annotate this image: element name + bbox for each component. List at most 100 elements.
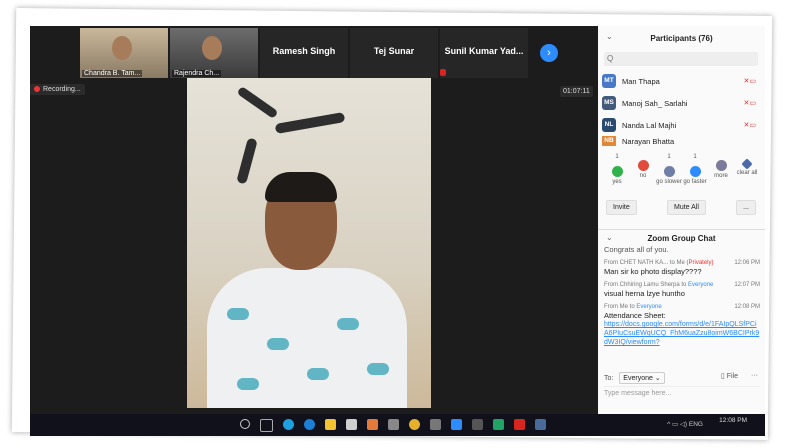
avatar: MS bbox=[602, 96, 616, 110]
edge-icon[interactable] bbox=[304, 419, 315, 430]
system-tray[interactable]: ^ ▭ ◁) ENG bbox=[667, 420, 703, 428]
ceiling-fan bbox=[236, 85, 279, 120]
mute-all-button[interactable]: Mute All bbox=[666, 200, 706, 215]
thumbnail-strip: Chandra B. Tam... Rajendra Ch... Ramesh … bbox=[80, 28, 528, 78]
chat-recipient: to Me bbox=[669, 260, 685, 266]
chat-message-meta: From CHET NATH KA... to Me (Privately) 1… bbox=[604, 260, 760, 266]
chrome-icon[interactable] bbox=[409, 419, 420, 430]
recording-indicator[interactable]: Recording... bbox=[30, 84, 85, 95]
reaction-label: clear all bbox=[736, 170, 758, 176]
file-button[interactable]: ▯ File bbox=[721, 372, 738, 380]
chat-sender: From CHET NATH KA... bbox=[604, 260, 669, 266]
app-icon[interactable] bbox=[535, 419, 546, 430]
reaction-label: go faster bbox=[683, 179, 707, 185]
participant-row[interactable]: NL Nanda Lal Majhi ✕▭ bbox=[602, 114, 762, 136]
shirt-pattern bbox=[337, 318, 359, 330]
chat-title: Zoom Group Chat bbox=[598, 229, 765, 243]
reaction-count: 1 bbox=[693, 154, 697, 160]
acrobat-icon[interactable] bbox=[514, 419, 525, 430]
slower-icon bbox=[663, 166, 675, 177]
reaction-label: no bbox=[639, 173, 647, 179]
to-label: To: bbox=[604, 375, 614, 382]
chat-sender: From Chhiring Lamu Sherpa to bbox=[604, 282, 687, 288]
participant-row[interactable]: MS Manoj Sah_ Sarlahi ✕▭ bbox=[602, 92, 762, 114]
chat-messages: Congrats all of you. From CHET NATH KA..… bbox=[604, 244, 760, 347]
excel-icon[interactable] bbox=[493, 419, 504, 430]
reaction-count: 1 bbox=[667, 154, 671, 160]
participant-name: Manoj Sah_ Sarlahi bbox=[622, 98, 688, 108]
chat-composer: To: Everyone ⌄ ▯ File ··· Type message h… bbox=[604, 372, 760, 397]
chat-input[interactable]: Type message here... bbox=[604, 386, 760, 397]
x-icon bbox=[637, 160, 649, 171]
reaction-go-slower[interactable]: 1 go slower bbox=[656, 154, 682, 185]
thumbnail-video-1[interactable]: Chandra B. Tam... bbox=[80, 28, 168, 78]
thumbnail-name: Sunil Kumar Yad... bbox=[444, 46, 524, 56]
search-icon[interactable] bbox=[240, 419, 250, 429]
participant-name: Narayan Bhatta bbox=[622, 136, 675, 146]
more-icon bbox=[715, 160, 727, 171]
zoom-icon[interactable] bbox=[451, 419, 462, 430]
settings-icon[interactable] bbox=[430, 419, 441, 430]
reaction-yes[interactable]: 1 yes bbox=[604, 154, 630, 185]
folder-icon[interactable] bbox=[325, 419, 336, 430]
reaction-more[interactable]: more bbox=[708, 154, 734, 185]
speaker-hair bbox=[265, 172, 337, 202]
chat-recipient: Everyone bbox=[636, 304, 662, 310]
reaction-label: go slower bbox=[656, 179, 682, 185]
reaction-clear-all[interactable]: clear all bbox=[734, 154, 760, 185]
clear-icon bbox=[741, 158, 753, 170]
app-icon[interactable] bbox=[472, 419, 483, 430]
windows-taskbar: ^ ▭ ◁) ENG 12:08 PM bbox=[30, 414, 765, 436]
reaction-label: more bbox=[714, 173, 728, 179]
meeting-timer: 01:07:11 bbox=[560, 86, 593, 97]
participant-actions: Invite Mute All ... bbox=[606, 200, 756, 215]
paint-icon[interactable] bbox=[367, 419, 378, 430]
thumbnail-name-3[interactable]: Sunil Kumar Yad... bbox=[440, 28, 528, 78]
more-button[interactable]: ... bbox=[736, 200, 756, 215]
shirt-pattern bbox=[237, 378, 259, 390]
participant-search-input[interactable]: Q bbox=[604, 52, 758, 66]
private-tag: (Privately) bbox=[686, 260, 714, 266]
muted-mic-icon: ✕▭ bbox=[743, 122, 756, 129]
invite-button[interactable]: Invite bbox=[606, 200, 637, 215]
shirt-pattern bbox=[307, 368, 329, 380]
thumbnail-name: Ramesh Singh bbox=[272, 46, 336, 56]
chat-sender: From Me to bbox=[604, 304, 635, 310]
reaction-go-faster[interactable]: 1 go faster bbox=[682, 154, 708, 185]
thumbnail-name-1[interactable]: Ramesh Singh bbox=[260, 28, 348, 78]
more-icon[interactable]: ··· bbox=[751, 372, 758, 379]
participant-row[interactable]: NB Narayan Bhatta bbox=[602, 136, 762, 146]
participant-face bbox=[202, 36, 222, 60]
thumbnail-name-2[interactable]: Tej Sunar bbox=[350, 28, 438, 78]
shirt-pattern bbox=[367, 363, 389, 375]
chat-message-text: Attendance Sheet: bbox=[604, 311, 666, 320]
muted-mic-icon: ✕▭ bbox=[743, 78, 756, 85]
reaction-no[interactable]: no bbox=[630, 154, 656, 185]
avatar: NL bbox=[602, 118, 616, 132]
thumbnail-video-2[interactable]: Rajendra Ch... bbox=[170, 28, 258, 78]
next-page-button[interactable]: › bbox=[540, 44, 558, 62]
shirt-pattern bbox=[267, 338, 289, 350]
participant-name: Man Thapa bbox=[622, 76, 660, 86]
taskbar-clock[interactable]: 12:08 PM bbox=[719, 417, 747, 425]
chat-link[interactable]: https://docs.google.com/forms/d/e/1FAIpQ… bbox=[604, 320, 760, 347]
chat-time: 12:08 PM bbox=[734, 304, 760, 310]
chat-message-text: visual herna lzye huntho bbox=[604, 289, 685, 298]
skype-icon[interactable] bbox=[283, 419, 294, 430]
task-view-icon[interactable] bbox=[260, 419, 273, 432]
chat-message-meta: From Chhiring Lamu Sherpa to Everyone 12… bbox=[604, 282, 760, 288]
muted-mic-icon: ✕▭ bbox=[743, 100, 756, 107]
shirt-pattern bbox=[227, 308, 249, 320]
chat-time: 12:06 PM bbox=[734, 260, 760, 266]
store-icon[interactable] bbox=[346, 419, 357, 430]
participant-row[interactable]: MT Man Thapa ✕▭ bbox=[602, 70, 762, 92]
record-dot-icon bbox=[34, 86, 40, 93]
recipient-value: Everyone bbox=[623, 375, 653, 382]
participant-face bbox=[112, 36, 132, 60]
avatar: MT bbox=[602, 74, 616, 88]
recipient-select[interactable]: Everyone ⌄ bbox=[619, 372, 665, 384]
reaction-bar: 1 yes no 1 go slower 1 go faster more clear… bbox=[604, 154, 760, 185]
app-icon[interactable] bbox=[388, 419, 399, 430]
active-speaker-video bbox=[187, 78, 431, 408]
file-label: File bbox=[726, 373, 738, 380]
